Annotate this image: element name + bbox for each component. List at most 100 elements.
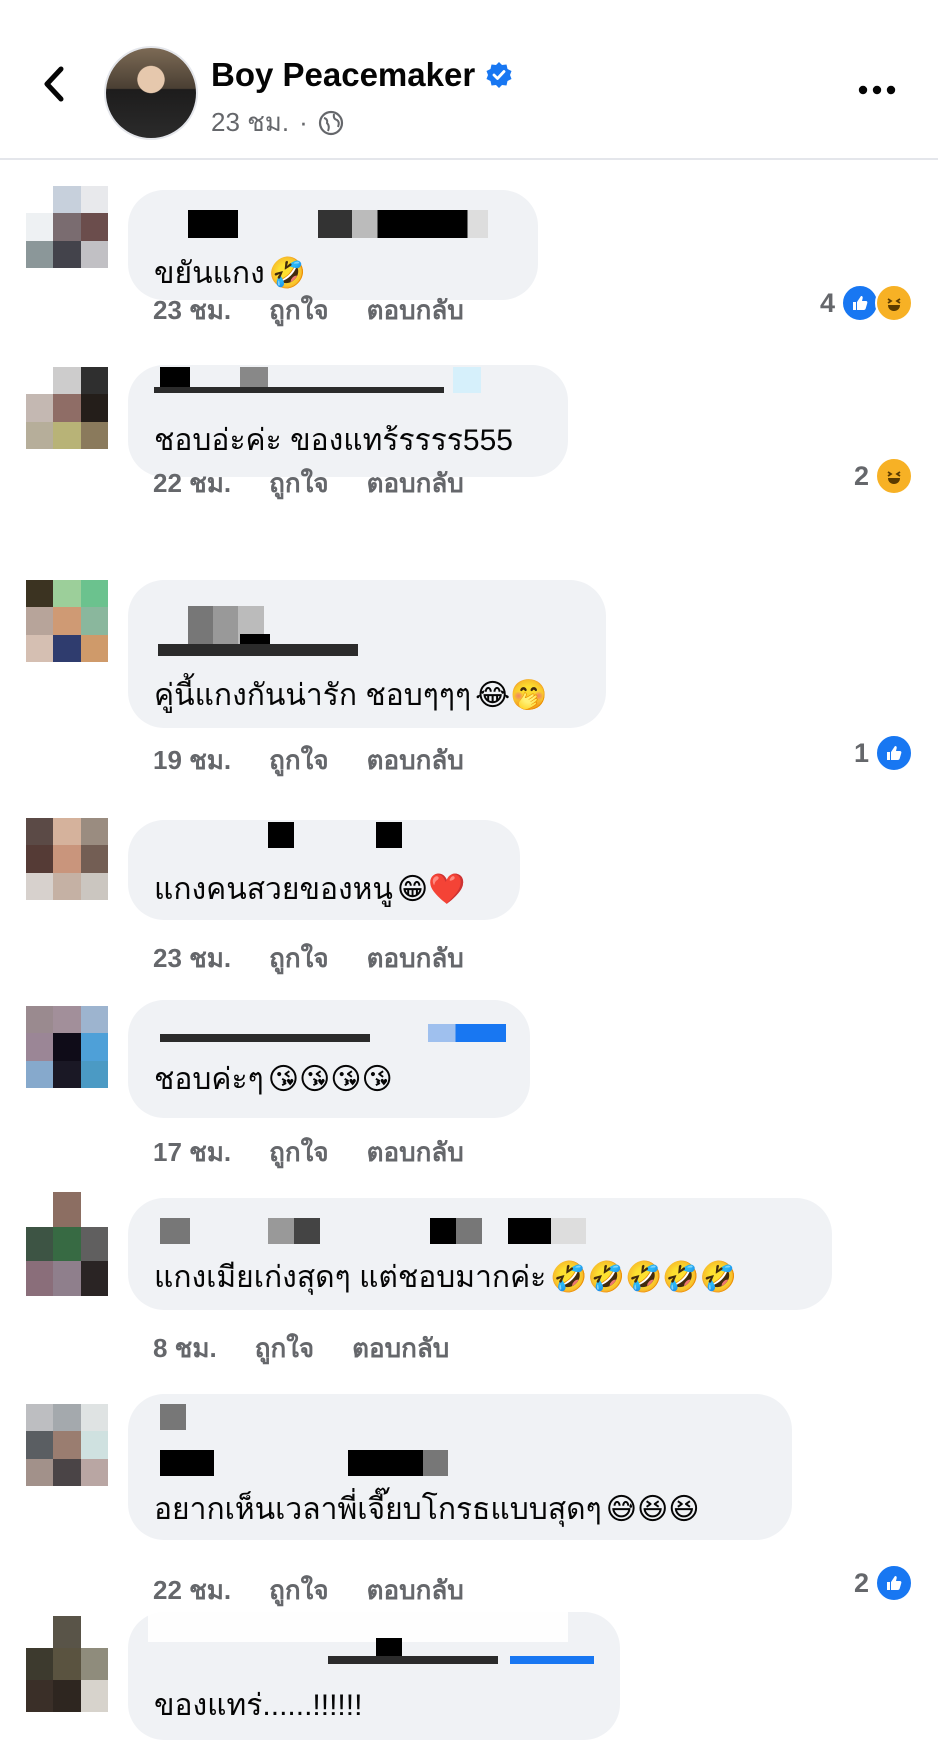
- like-button[interactable]: ถูกใจ: [269, 1570, 328, 1611]
- commenter-avatar[interactable]: [26, 1192, 108, 1296]
- more-options-button[interactable]: [852, 70, 902, 110]
- like-button[interactable]: ถูกใจ: [269, 1132, 328, 1173]
- commenter-avatar[interactable]: [26, 367, 108, 449]
- comment-emojis: 😁❤️: [396, 872, 466, 907]
- comment-item: ชอบค่ะๆ 😘😘😘😘 17 ชม. ถูกใจ ตอบกลับ: [0, 1000, 938, 1175]
- comment-bubble[interactable]: อยากเห็นเวลาพี่เจี๊ยบโกรธแบบสุดๆ 😅😆😆: [128, 1394, 792, 1540]
- comment-bubble[interactable]: แกงเมียเก่งสุดๆ แต่ชอบมากค่ะ 🤣🤣🤣🤣🤣: [128, 1198, 832, 1310]
- comment-item: ชอบอ่ะค่ะ ของแทร้รรรร555 22 ชม. ถูกใจ ตอ…: [0, 355, 938, 535]
- comment-bubble[interactable]: ชอบอ่ะค่ะ ของแทร้รรรร555: [128, 365, 568, 477]
- reaction-summary[interactable]: 1: [854, 734, 913, 772]
- redacted-name-block: [188, 210, 238, 238]
- meta-separator: ·: [299, 107, 308, 137]
- redacted-name-block: [160, 1218, 190, 1244]
- reaction-summary[interactable]: 4: [820, 284, 913, 322]
- comment-actions: 22 ชม. ถูกใจ ตอบกลับ: [153, 463, 464, 504]
- redacted-name-block: [453, 367, 481, 393]
- commenter-avatar[interactable]: [26, 580, 108, 662]
- reply-button[interactable]: ตอบกลับ: [367, 1132, 464, 1173]
- comment-actions: 19 ชม. ถูกใจ ตอบกลับ: [153, 740, 464, 781]
- comment-emojis: 😅😆😆: [605, 1492, 700, 1527]
- commenter-avatar[interactable]: [26, 1006, 108, 1088]
- comment-item: อยากเห็นเวลาพี่เจี๊ยบโกรธแบบสุดๆ 😅😆😆 22 …: [0, 1392, 938, 1605]
- redacted-name-block: [508, 1218, 586, 1244]
- comment-text: อยากเห็นเวลาพี่เจี๊ยบโกรธแบบสุดๆ 😅😆😆: [154, 1486, 700, 1533]
- commenter-avatar[interactable]: [26, 186, 108, 268]
- like-button[interactable]: ถูกใจ: [269, 740, 328, 781]
- comment-time[interactable]: 23 ชม.: [153, 938, 231, 979]
- back-button[interactable]: [30, 60, 78, 108]
- comment-bubble[interactable]: ของแทร่......!!!!!!: [128, 1612, 620, 1740]
- comment-time[interactable]: 22 ชม.: [153, 463, 231, 504]
- page-avatar[interactable]: [104, 46, 198, 140]
- comment-text: ของแทร่......!!!!!!: [154, 1682, 362, 1729]
- haha-icon: [875, 457, 913, 495]
- post-meta: 23 ชม. ·: [211, 102, 344, 143]
- more-dots-icon: [858, 85, 896, 95]
- redacted-name-block: [160, 1034, 370, 1042]
- reaction-count: 1: [853, 737, 869, 768]
- comment-bubble[interactable]: แกงคนสวยของหนู 😁❤️: [128, 820, 520, 920]
- like-button[interactable]: ถูกใจ: [255, 1328, 314, 1369]
- reply-button[interactable]: ตอบกลับ: [367, 740, 464, 781]
- page-name-text[interactable]: Boy Peacemaker: [211, 56, 475, 94]
- comment-time[interactable]: 22 ชม.: [153, 1570, 231, 1611]
- redacted-name-block: [268, 1218, 320, 1244]
- comment-item: ขยันแกง 🤣 23 ชม. ถูกใจ ตอบกลับ 4: [0, 180, 938, 350]
- comment-actions: 8 ชม. ถูกใจ ตอบกลับ: [153, 1328, 449, 1369]
- redacted-name-block: [510, 1656, 594, 1664]
- reaction-summary[interactable]: 2: [854, 457, 913, 495]
- comment-text: แกงเมียเก่งสุดๆ แต่ชอบมากค่ะ 🤣🤣🤣🤣🤣: [154, 1254, 737, 1301]
- comment-body: คู่นี้แกงกันน่ารัก ชอบๆๆๆ: [154, 679, 472, 712]
- comment-actions: 23 ชม. ถูกใจ ตอบกลับ: [153, 290, 464, 331]
- like-button[interactable]: ถูกใจ: [269, 290, 328, 331]
- comment-emojis: 🤣: [268, 256, 307, 291]
- reaction-count: 2: [853, 460, 869, 491]
- comment-bubble[interactable]: คู่นี้แกงกันน่ารัก ชอบๆๆๆ 😂🤭: [128, 580, 606, 728]
- reply-button[interactable]: ตอบกลับ: [367, 463, 464, 504]
- comment-body: อยากเห็นเวลาพี่เจี๊ยบโกรธแบบสุดๆ: [154, 1493, 602, 1526]
- comment-actions: 22 ชม. ถูกใจ ตอบกลับ: [153, 1570, 464, 1611]
- redacted-name-block: [268, 822, 294, 848]
- post-header: Boy Peacemaker 23 ชม. ·: [0, 0, 938, 160]
- comment-bubble[interactable]: ขยันแกง 🤣: [128, 190, 538, 300]
- reaction-count: 4: [819, 287, 835, 318]
- comment-text: คู่นี้แกงกันน่ารัก ชอบๆๆๆ 😂🤭: [154, 672, 548, 719]
- thumbs-up-icon: [841, 284, 879, 322]
- commenter-avatar[interactable]: [26, 818, 108, 900]
- reaction-summary[interactable]: 2: [854, 1564, 913, 1602]
- commenter-avatar[interactable]: [26, 1404, 108, 1486]
- haha-icon: [875, 284, 913, 322]
- comment-time[interactable]: 19 ชม.: [153, 740, 231, 781]
- redacted-name-block: [160, 1404, 186, 1430]
- reply-button[interactable]: ตอบกลับ: [367, 290, 464, 331]
- chevron-left-icon: [44, 66, 64, 102]
- reaction-count: 2: [853, 1567, 869, 1598]
- like-button[interactable]: ถูกใจ: [269, 463, 328, 504]
- post-time[interactable]: 23 ชม.: [211, 102, 289, 143]
- comment-item: แกงเมียเก่งสุดๆ แต่ชอบมากค่ะ 🤣🤣🤣🤣🤣 8 ชม.…: [0, 1192, 938, 1363]
- redacted-name-block: [328, 1656, 498, 1664]
- like-button[interactable]: ถูกใจ: [269, 938, 328, 979]
- reply-button[interactable]: ตอบกลับ: [352, 1328, 449, 1369]
- commenter-avatar[interactable]: [26, 1616, 108, 1712]
- comment-body: ชอบอ่ะค่ะ ของแทร้รรรร555: [154, 424, 513, 457]
- thumbs-up-icon: [875, 1564, 913, 1602]
- redacted-name-block: [154, 387, 444, 393]
- redacted-name-block: [348, 1450, 448, 1476]
- comment-emojis: 😂🤭: [475, 678, 548, 713]
- comment-bubble[interactable]: ชอบค่ะๆ 😘😘😘😘: [128, 1000, 530, 1118]
- comment-actions: 23 ชม. ถูกใจ ตอบกลับ: [153, 938, 464, 979]
- reply-button[interactable]: ตอบกลับ: [367, 1570, 464, 1611]
- thumbs-up-icon: [875, 734, 913, 772]
- comment-body: แกงเมียเก่งสุดๆ แต่ชอบมากค่ะ: [154, 1261, 547, 1294]
- comment-item: ของแทร่......!!!!!!: [0, 1612, 938, 1747]
- comment-body: ชอบค่ะๆ: [154, 1063, 264, 1096]
- comment-time[interactable]: 23 ชม.: [153, 290, 231, 331]
- comment-time[interactable]: 17 ชม.: [153, 1132, 231, 1173]
- redacted-name-block: [160, 1450, 214, 1476]
- comment-time[interactable]: 8 ชม.: [153, 1328, 217, 1369]
- reply-button[interactable]: ตอบกลับ: [367, 938, 464, 979]
- page-name[interactable]: Boy Peacemaker: [211, 56, 513, 94]
- globe-icon: [318, 110, 343, 135]
